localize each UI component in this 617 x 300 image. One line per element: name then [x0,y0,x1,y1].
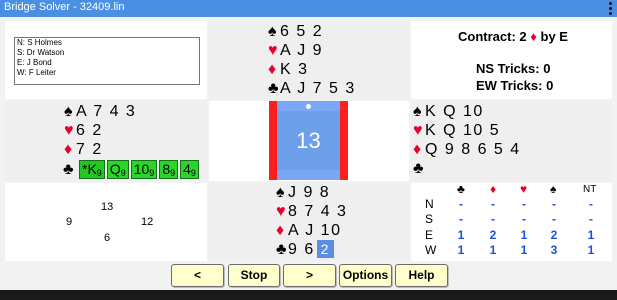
spade-icon: ♠ [413,103,422,120]
trick-south: 6 [104,232,111,244]
player-east: E: J Bond [17,58,52,67]
north-hearts[interactable]: ♥ A J 9 [268,41,356,60]
west-diamonds[interactable]: ♦ 7 2 [64,140,136,159]
player-west: W: F Leiter [17,68,56,77]
south-diamonds[interactable]: ♦ A J 10 [276,221,347,240]
diamond-icon: ♦ [268,61,277,78]
diamond-icon: ♦ [64,141,73,158]
north-clubs[interactable]: ♣A J 7 5 3 [268,79,356,98]
contract-label: Contract: 2 ♦ by E [458,29,568,44]
player-north: N: S Holmes [17,38,62,47]
diamond-icon: ♦ [530,29,537,44]
diamond-icon: ♦ [490,182,497,196]
trick-east: 12 [141,216,154,228]
system-bar [0,290,617,300]
dd-row-n: N - - - - - [425,197,593,211]
club-icon: ♣ [413,160,424,177]
options-button[interactable]: Options [339,264,392,287]
north-hand: ♠ 6 5 2 ♥ A J 9 ♦ K 3 ♣A J 7 5 3 [268,22,356,98]
players-box: N: S Holmes S: Dr Watson E: J Bond W: F … [14,37,200,85]
diamond-icon: ♦ [413,141,422,158]
next-button[interactable]: > [283,264,336,287]
window-title: Bridge Solver - 32409.lin [4,1,125,13]
player-south: S: Dr Watson [17,48,65,57]
west-spades[interactable]: ♠ A 7 4 3 [64,102,136,121]
dd-row-w: W 1 1 1 3 1 [425,243,595,257]
title-bar: Bridge Solver - 32409.lin [0,0,617,17]
west-hand: ♠ A 7 4 3 ♥ 6 2 ♦ 7 2 [64,102,136,159]
north-diamonds[interactable]: ♦ K 3 [268,60,356,79]
card-button[interactable]: Q9 [106,160,129,179]
ew-tricks: EW Tricks: 0 [476,78,554,93]
heart-icon: ♥ [413,122,423,139]
help-button[interactable]: Help [395,264,448,287]
south-clubs[interactable]: ♣9 62 [276,240,347,259]
card-button[interactable]: 89 [159,160,179,179]
dd-header: ♣ ♦ ♥ ♠ NT [423,182,608,196]
nt-label: NT [583,184,597,195]
spade-icon: ♠ [550,182,557,196]
trick-north: 13 [101,201,114,213]
south-hand: ♠ J 9 8 ♥ 8 7 4 3 ♦ A J 10 ♣9 62 [276,183,347,259]
compass-indicator: 13 [269,101,348,180]
card-button[interactable]: 109 [130,160,158,179]
card-button[interactable]: *K9 [79,160,105,179]
heart-icon: ♥ [520,182,528,196]
east-clubs[interactable]: ♣ [413,159,521,178]
trick-counter: 13 [296,128,321,153]
west-clubs: ♣ *K9 Q9 109 89 49 [63,160,201,179]
club-icon: ♣ [63,161,74,178]
card-button[interactable]: 49 [180,160,199,179]
selected-card[interactable]: 2 [316,240,334,258]
heart-icon: ♥ [276,203,286,220]
heart-icon: ♥ [64,122,74,139]
overflow-menu-icon[interactable] [605,0,615,17]
club-icon: ♣ [276,241,287,258]
east-hearts[interactable]: ♥ K Q 10 5 [413,121,521,140]
dd-row-s: S - - - - - [425,212,593,226]
ns-tricks: NS Tricks: 0 [476,61,551,76]
east-hand: ♠ K Q 10 ♥ K Q 10 5 ♦ Q 9 8 6 5 4 ♣ [413,102,521,178]
prev-button[interactable]: < [171,264,224,287]
turn-indicator-icon [306,104,311,109]
diamond-icon: ♦ [276,222,285,239]
spade-icon: ♠ [276,184,285,201]
club-icon: ♣ [457,182,465,196]
trick-cell [5,183,207,261]
spade-icon: ♠ [268,23,277,40]
stop-button[interactable]: Stop [228,264,280,287]
heart-icon: ♥ [268,42,278,59]
spade-icon: ♠ [64,103,73,120]
double-dummy-table: ♣ ♦ ♥ ♠ NT N - - - - - S - - - - - E 1 2… [423,182,608,260]
south-hearts[interactable]: ♥ 8 7 4 3 [276,202,347,221]
west-hearts[interactable]: ♥ 6 2 [64,121,136,140]
dd-row-e: E 1 2 1 2 1 [425,228,595,242]
club-icon: ♣ [268,80,279,97]
east-diamonds[interactable]: ♦ Q 9 8 6 5 4 [413,140,521,159]
north-spades[interactable]: ♠ 6 5 2 [268,22,356,41]
south-spades[interactable]: ♠ J 9 8 [276,183,347,202]
east-spades[interactable]: ♠ K Q 10 [413,102,521,121]
trick-west: 9 [66,216,73,228]
